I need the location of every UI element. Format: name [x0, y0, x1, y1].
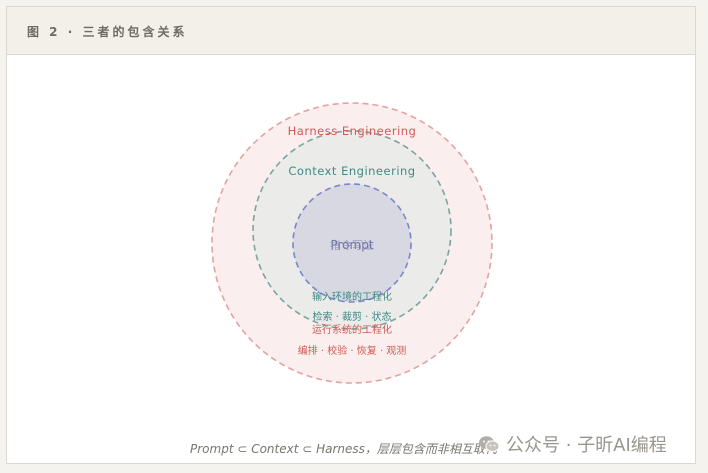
nesting-diagram: Harness Engineering Context Engineering … — [211, 102, 493, 384]
harness-description: 运行系统的工程化 — [312, 323, 392, 336]
wechat-icon — [479, 436, 500, 452]
harness-items: 编排 · 校验 · 恢复 · 观测 — [298, 344, 407, 357]
context-items: 检索 · 裁剪 · 状态 — [312, 310, 391, 323]
context-description: 输入环境的工程化 — [312, 290, 392, 303]
watermark-text: 公众号 · 子昕AI编程 — [506, 435, 667, 456]
harness-label: Harness Engineering — [288, 124, 417, 138]
context-label: Context Engineering — [288, 164, 415, 178]
watermark: 公众号 · 子昕AI编程 — [478, 432, 667, 456]
prompt-overlap-text: 指令写法 — [330, 238, 374, 252]
figure-caption: Prompt ⊂ Context ⊂ Harness，层层包含而非相互取代 — [190, 442, 497, 456]
